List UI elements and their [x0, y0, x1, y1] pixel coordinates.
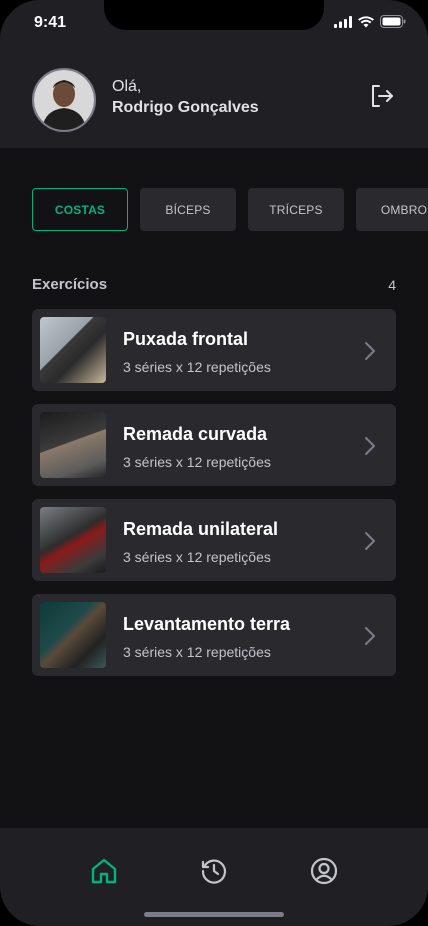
exercise-details: 3 séries x 12 repetições — [123, 644, 271, 660]
home-icon[interactable] — [89, 856, 119, 886]
exercise-card[interactable]: Levantamento terra 3 séries x 12 repetiç… — [32, 594, 396, 676]
sign-out-icon[interactable] — [368, 82, 396, 110]
exercise-card[interactable]: Puxada frontal 3 séries x 12 repetições — [32, 309, 396, 391]
device-notch — [104, 0, 324, 30]
chevron-right-icon — [365, 342, 375, 360]
exercise-details: 3 séries x 12 repetições — [123, 359, 271, 375]
exercise-thumbnail — [40, 507, 106, 573]
greeting-label: Olá, — [112, 78, 142, 95]
exercise-thumbnail — [40, 317, 106, 383]
battery-icon — [380, 15, 406, 28]
wifi-icon — [358, 15, 374, 27]
exercise-details: 3 séries x 12 repetições — [123, 454, 271, 470]
user-name: Rodrigo Gonçalves — [112, 99, 259, 116]
exercise-details: 3 séries x 12 repetições — [123, 549, 271, 565]
exercise-thumbnail — [40, 602, 106, 668]
group-tab-triceps[interactable]: TRÍCEPS — [248, 188, 344, 231]
avatar[interactable] — [32, 68, 96, 132]
exercise-name: Puxada frontal — [123, 329, 249, 349]
group-tab-costas[interactable]: COSTAS — [32, 188, 128, 231]
chevron-right-icon — [365, 532, 375, 550]
chevron-right-icon — [365, 437, 375, 455]
exercise-name: Levantamento terra — [123, 614, 291, 634]
home-indicator — [144, 912, 284, 917]
user-circle-icon[interactable] — [309, 856, 339, 886]
chevron-right-icon — [365, 627, 375, 645]
history-icon[interactable] — [199, 856, 229, 886]
exercise-name: Remada unilateral — [123, 519, 279, 539]
exercise-card[interactable]: Remada unilateral 3 séries x 12 repetiçõ… — [32, 499, 396, 581]
app-screen: 9:41 Olá, Rodrigo Gonçalves COSTAS BÍCEP… — [0, 0, 428, 926]
exercise-thumbnail — [40, 412, 106, 478]
exercise-card[interactable]: Remada curvada 3 séries x 12 repetições — [32, 404, 396, 486]
user-photo — [34, 70, 94, 130]
status-icons — [334, 15, 406, 28]
group-tab-ombro[interactable]: OMBRO — [356, 188, 428, 231]
signal-icon — [334, 15, 352, 28]
header: 9:41 Olá, Rodrigo Gonçalves — [0, 0, 428, 148]
status-time: 9:41 — [34, 14, 67, 31]
exercise-list: Puxada frontal 3 séries x 12 repetições … — [32, 309, 396, 689]
group-tab-biceps[interactable]: BÍCEPS — [140, 188, 236, 231]
exercise-name: Remada curvada — [123, 424, 268, 444]
exercises-title: Exercícios — [32, 276, 108, 293]
muscle-group-list: COSTAS BÍCEPS TRÍCEPS OMBRO — [32, 188, 428, 231]
exercises-count: 4 — [388, 277, 396, 293]
